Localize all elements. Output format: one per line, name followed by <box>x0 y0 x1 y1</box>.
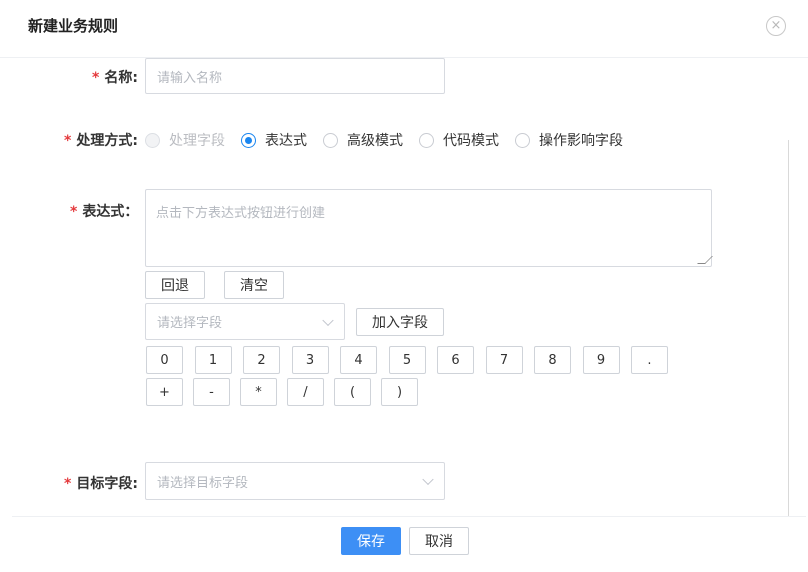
field-select[interactable]: 请选择字段 <box>145 303 345 340</box>
resize-handle-icon[interactable] <box>697 256 713 264</box>
method-label: * 处理方式: <box>64 130 138 150</box>
chevron-down-icon <box>422 473 434 486</box>
required-mark: * <box>92 70 100 86</box>
scrollbar[interactable] <box>788 140 789 516</box>
keypad-key[interactable]: . <box>631 346 668 374</box>
keypad-key[interactable]: 2 <box>243 346 280 374</box>
required-mark: * <box>70 204 78 220</box>
name-label: * 名称: <box>92 67 138 87</box>
target-field-select[interactable]: 请选择目标字段 <box>145 462 445 500</box>
keypad-key[interactable]: - <box>193 378 230 406</box>
expression-placeholder: 点击下方表达式按钮进行创建 <box>156 206 326 221</box>
expression-textarea[interactable]: 点击下方表达式按钮进行创建 <box>145 189 713 267</box>
radio-dot <box>145 132 160 148</box>
dialog-footer: 保存 取消 <box>12 516 806 572</box>
keypad-key[interactable]: ) <box>381 378 418 406</box>
radio-dot <box>241 132 256 148</box>
chevron-down-icon <box>322 314 334 326</box>
close-icon[interactable]: × <box>766 16 786 36</box>
radio-code-mode[interactable]: 代码模式 <box>419 130 499 150</box>
expression-label: * 表达式： <box>70 201 138 221</box>
name-label-text: 名称: <box>104 70 138 86</box>
radio-expression[interactable]: 表达式 <box>241 130 307 150</box>
radio-dot <box>515 132 530 148</box>
keypad-key[interactable]: 0 <box>146 346 183 374</box>
keypad-key[interactable]: 9 <box>582 346 620 374</box>
method-label-text: 处理方式: <box>76 133 138 149</box>
cancel-button[interactable]: 取消 <box>409 527 469 555</box>
keypad-key[interactable]: 3 <box>291 346 329 374</box>
required-mark: * <box>64 476 72 492</box>
keypad-key[interactable]: 6 <box>437 346 474 374</box>
radio-affected-field[interactable]: 操作影响字段 <box>515 130 623 150</box>
name-input-placeholder: 请输入名称 <box>157 70 223 86</box>
radio-label: 操作影响字段 <box>539 133 623 149</box>
radio-label: 代码模式 <box>443 133 499 149</box>
clear-button[interactable]: 清空 <box>224 271 284 299</box>
add-field-button[interactable]: 加入字段 <box>356 308 444 336</box>
dialog-header: 新建业务规则 × <box>0 0 808 58</box>
keypad-key[interactable]: ( <box>334 378 371 406</box>
save-button[interactable]: 保存 <box>341 527 401 555</box>
dialog-title: 新建业务规则 <box>28 17 119 35</box>
keypad-key[interactable]: 8 <box>534 346 571 374</box>
target-label: * 目标字段: <box>64 473 138 493</box>
back-button[interactable]: 回退 <box>145 271 205 299</box>
radio-label: 表达式 <box>265 133 307 149</box>
field-select-placeholder: 请选择字段 <box>157 316 223 331</box>
keypad-key[interactable]: 4 <box>340 346 377 374</box>
keypad-key[interactable]: + <box>146 378 183 406</box>
expression-label-text: 表达式： <box>82 204 139 220</box>
radio-dot <box>419 132 434 148</box>
keypad-key[interactable]: / <box>287 378 324 406</box>
keypad-key[interactable]: 1 <box>194 346 232 374</box>
required-mark: * <box>64 133 72 149</box>
radio-label: 处理字段 <box>169 133 225 149</box>
keypad-key[interactable]: * <box>240 378 277 406</box>
name-input[interactable]: 请输入名称 <box>145 58 445 94</box>
radio-label: 高级模式 <box>347 133 403 149</box>
radio-process-field: 处理字段 <box>145 130 225 150</box>
radio-advanced-mode[interactable]: 高级模式 <box>323 130 403 150</box>
dialog-body: * 名称: 请输入名称 * 处理方式: 处理字段 表达式 高级模式 代码模式 操作影… <box>0 58 808 516</box>
target-select-placeholder: 请选择目标字段 <box>157 475 249 491</box>
keypad-key[interactable]: 7 <box>485 346 523 374</box>
new-business-rule-dialog: 新建业务规则 × * 名称: 请输入名称 * 处理方式: 处理字段 表达式 高级模式… <box>0 0 808 572</box>
radio-dot <box>323 132 338 148</box>
target-label-text: 目标字段: <box>76 476 138 492</box>
keypad-key[interactable]: 5 <box>388 346 426 374</box>
